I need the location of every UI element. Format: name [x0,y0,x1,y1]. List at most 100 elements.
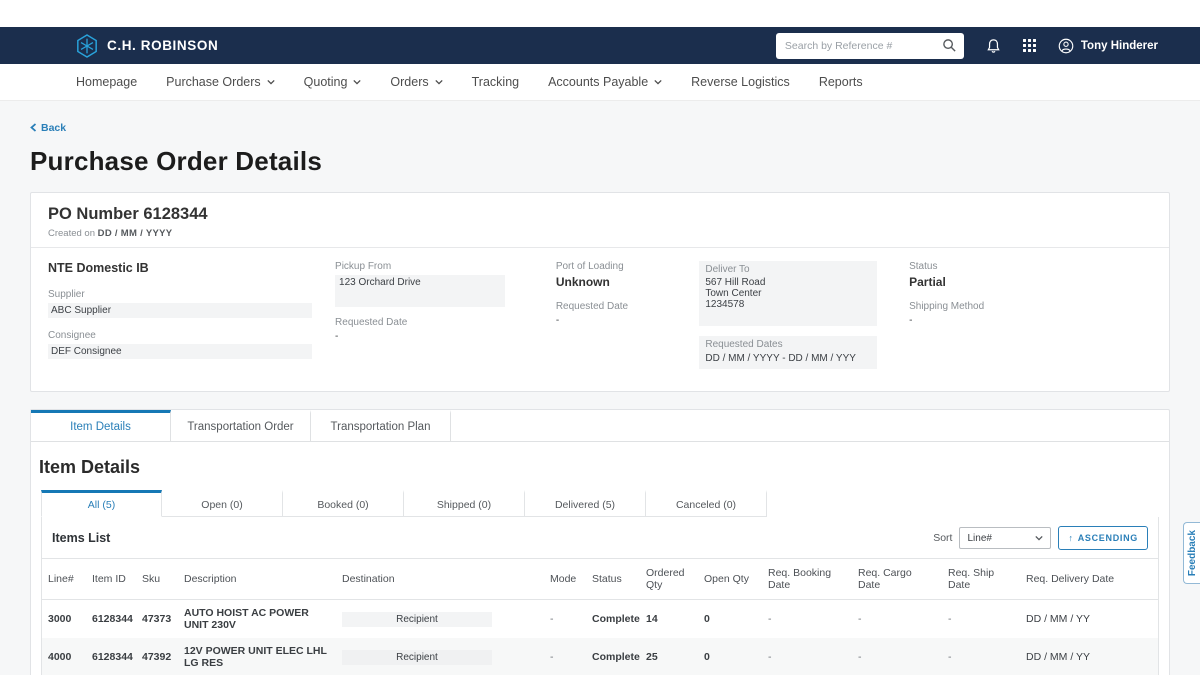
items-list-panel: Items List Sort Line# ↑ ASCENDING [41,517,1159,675]
nav-item-reverse-logistics[interactable]: Reverse Logistics [691,75,790,89]
port-requested-date-label: Requested Date [556,301,700,312]
pickup-column: Pickup From 123 Orchard Drive Requested … [335,261,556,371]
col-mode: Mode [544,559,586,600]
tab-item-details[interactable]: Item Details [31,410,171,441]
back-chevron-icon [30,123,37,132]
brand-name: C.H. ROBINSON [107,38,218,53]
filter-tab-shipped[interactable]: Shipped (0) [404,490,525,517]
destination-value: Recipient [342,612,492,627]
destination-value: Recipient [342,650,492,665]
chrobinson-logo-icon [76,34,98,58]
status-filter-tabs: All (5) Open (0) Booked (0) Shipped (0) … [41,490,1159,517]
items-list-title: Items List [52,531,110,545]
apps-grid-icon [1023,39,1036,52]
pickup-from-label: Pickup From [335,261,556,272]
cell-req-delivery-date: DD / MM / YY [1020,600,1158,639]
cell-description: 12V POWER UNIT ELEC LHL LG RES [178,638,336,675]
cell-ordered-qty: 14 [640,600,698,639]
port-requested-date-value: - [556,315,700,326]
nav-item-purchase-orders[interactable]: Purchase Orders [166,75,274,89]
filter-tab-all[interactable]: All (5) [41,490,162,517]
user-name: Tony Hinderer [1081,40,1158,52]
col-open-qty: Open Qty [698,559,762,600]
cell-req-booking-date: - [762,638,852,675]
filter-tab-open[interactable]: Open (0) [162,490,283,517]
deliver-to-block: Deliver To 567 Hill Road Town Center 123… [699,261,877,326]
cell-sku: 47392 [136,638,178,675]
filter-tab-delivered[interactable]: Delivered (5) [525,490,646,517]
col-item-id: Item ID [86,559,136,600]
chevron-down-icon [435,78,443,86]
page-content: Back Purchase Order Details PO Number 61… [0,101,1200,675]
cell-open-qty: 0 [698,638,762,675]
cell-req-ship-date: - [942,600,1020,639]
bell-icon [986,38,1001,54]
notifications-button[interactable] [986,38,1001,54]
deliver-to-column: Deliver To 567 Hill Road Town Center 123… [699,261,909,371]
col-req-cargo-date: Req. Cargo Date [852,559,942,600]
status-value: Partial [909,275,1152,289]
back-link[interactable]: Back [30,122,66,134]
feedback-button[interactable]: Feedback [1183,522,1200,584]
pickup-from-value: 123 Orchard Drive [335,275,505,307]
po-created: Created on DD / MM / YYYY [48,228,1152,239]
cell-item-id: 6128344 [86,638,136,675]
page-title: Purchase Order Details [30,146,1170,177]
apps-menu-button[interactable] [1023,39,1036,52]
order-type: NTE Domestic IB [48,261,335,275]
table-header-row: Line# Item ID Sku Description Destinatio… [42,559,1158,600]
cell-status: Complete [586,638,640,675]
nav-item-accounts-payable[interactable]: Accounts Payable [548,75,662,89]
cell-req-booking-date: - [762,600,852,639]
nav-item-homepage[interactable]: Homepage [76,75,137,89]
table-row: 3000 6128344 47373 AUTO HOIST AC POWER U… [42,600,1158,639]
shipping-method-label: Shipping Method [909,301,1152,312]
requested-dates-value: DD / MM / YYYY - DD / MM / YYY [705,353,871,364]
po-summary-card: PO Number 6128344 Created on DD / MM / Y… [30,192,1170,392]
filter-tab-canceled[interactable]: Canceled (0) [646,490,767,517]
global-search [776,33,964,59]
sort-selected-value: Line# [967,533,991,544]
search-input[interactable] [776,33,964,59]
col-req-ship-date: Req. Ship Date [942,559,1020,600]
nav-item-tracking[interactable]: Tracking [472,75,519,89]
app-header: C.H. ROBINSON Tony Hinderer [0,27,1200,64]
pickup-requested-date-value: - [335,331,556,342]
nav-item-reports[interactable]: Reports [819,75,863,89]
brand[interactable]: C.H. ROBINSON [76,34,218,58]
top-margin [0,0,1200,27]
deliver-to-label: Deliver To [705,264,871,275]
cell-req-cargo-date: - [852,638,942,675]
cell-description: AUTO HOIST AC POWER UNIT 230V [178,600,336,639]
cell-line: 4000 [42,638,86,675]
col-req-booking-date: Req. Booking Date [762,559,852,600]
sort-select[interactable]: Line# [959,527,1051,549]
cell-status: Complete [586,600,640,639]
requested-dates-block: Requested Dates DD / MM / YYYY - DD / MM… [699,336,877,369]
col-ordered-qty: Ordered Qty [640,559,698,600]
port-of-loading-value: Unknown [556,275,700,289]
nav-item-quoting[interactable]: Quoting [304,75,362,89]
nav-item-orders[interactable]: Orders [390,75,442,89]
cell-mode: - [544,638,586,675]
user-menu[interactable]: Tony Hinderer [1058,38,1158,54]
chevron-down-icon [353,78,361,86]
cell-item-id: 6128344 [86,600,136,639]
deliver-to-line1: 567 Hill Road [705,277,871,288]
cell-req-delivery-date: DD / MM / YY [1020,638,1158,675]
cell-destination: Recipient [336,600,544,639]
status-label: Status [909,261,1152,272]
sort-direction-button[interactable]: ↑ ASCENDING [1058,526,1148,550]
po-number: PO Number 6128344 [48,205,1152,224]
cell-ordered-qty: 25 [640,638,698,675]
items-table: Line# Item ID Sku Description Destinatio… [42,558,1158,675]
filter-tab-booked[interactable]: Booked (0) [283,490,404,517]
supplier-value: ABC Supplier [48,303,312,318]
tab-transportation-plan[interactable]: Transportation Plan [311,410,451,441]
deliver-to-line3: 1234578 [705,299,871,310]
col-status: Status [586,559,640,600]
tab-transportation-order[interactable]: Transportation Order [171,410,311,441]
consignee-value: DEF Consignee [48,344,312,359]
search-icon[interactable] [942,38,957,53]
details-tabs-card: Item Details Transportation Order Transp… [30,409,1170,675]
